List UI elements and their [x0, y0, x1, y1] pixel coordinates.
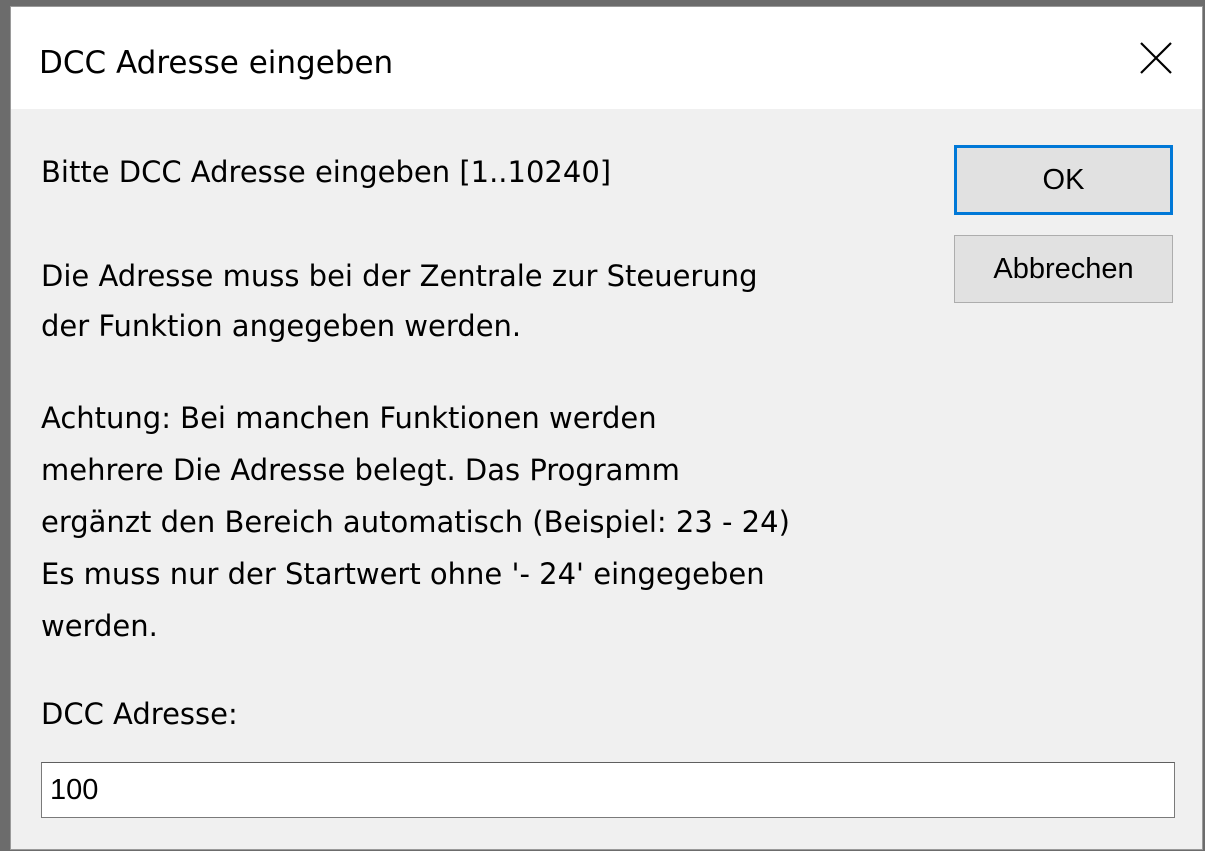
title-bar: DCC Adresse eingeben	[11, 7, 1202, 109]
warning-text-line-2: mehrere Die Adresse belegt. Das Programm	[41, 453, 680, 487]
close-icon	[1139, 41, 1173, 75]
info-text-line-1: Die Adresse muss bei der Zentrale zur St…	[41, 259, 758, 293]
warning-text-line-5: werden.	[41, 609, 158, 643]
ok-button[interactable]: OK	[954, 145, 1173, 215]
window-title: DCC Adresse eingeben	[39, 45, 394, 81]
field-label: DCC Adresse:	[41, 697, 238, 731]
info-text-line-2: der Funktion angegeben werden.	[41, 309, 522, 343]
warning-text-line-3: ergänzt den Bereich automatisch (Beispie…	[41, 505, 790, 539]
warning-text-line-1: Achtung: Bei manchen Funktionen werden	[41, 401, 657, 435]
prompt-text: Bitte DCC Adresse eingeben [1..10240]	[41, 155, 612, 189]
dcc-address-input[interactable]	[41, 762, 1175, 818]
dialog-content: Bitte DCC Adresse eingeben [1..10240] Di…	[11, 109, 1202, 851]
close-button[interactable]	[1110, 7, 1202, 109]
dialog-window: DCC Adresse eingeben Bitte DCC Adresse e…	[10, 6, 1203, 850]
cancel-button[interactable]: Abbrechen	[954, 235, 1173, 303]
warning-text-line-4: Es muss nur der Startwert ohne '- 24' ei…	[41, 557, 765, 591]
